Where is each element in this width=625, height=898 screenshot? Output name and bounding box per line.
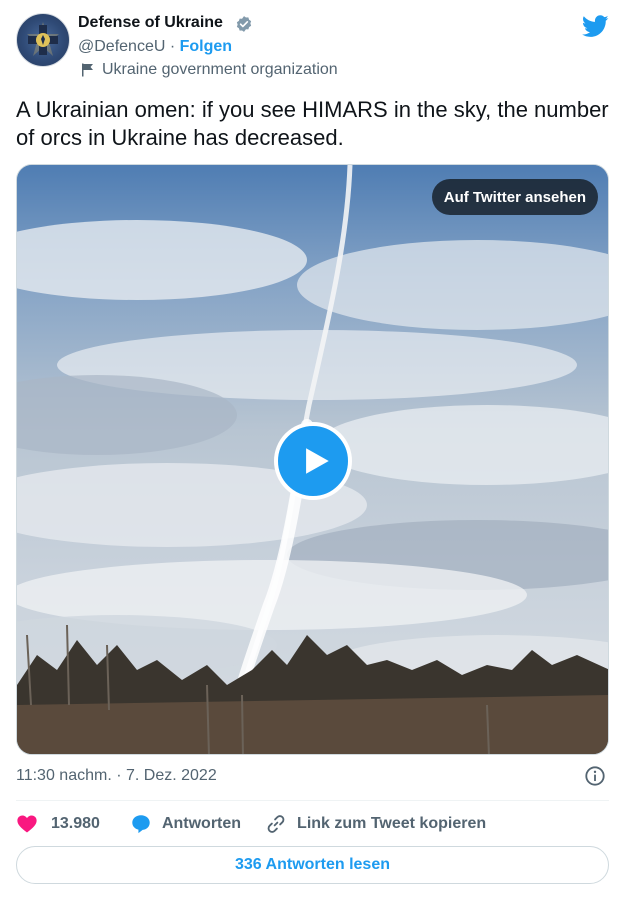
like-button[interactable]: 13.980	[16, 813, 100, 835]
video-player[interactable]: Auf Twitter ansehen	[16, 164, 609, 755]
reply-button[interactable]: Antworten	[130, 813, 241, 835]
twitter-bird-icon[interactable]	[582, 15, 609, 38]
embedded-tweet: Defense of Ukraine @DefenceU · Folgen Uk…	[0, 0, 625, 898]
tweet-text: A Ukrainian omen: if you see HIMARS in t…	[16, 97, 609, 150]
link-icon	[267, 815, 285, 833]
government-label: Ukraine government organization	[80, 61, 338, 79]
like-count: 13.980	[51, 815, 100, 832]
author-handle-row: @DefenceU · Folgen	[78, 38, 232, 56]
government-label-text: Ukraine government organization	[102, 61, 338, 78]
flag-icon	[82, 63, 93, 77]
divider	[16, 800, 609, 801]
author-avatar[interactable]	[16, 13, 70, 67]
heart-icon	[17, 815, 37, 833]
separator: ·	[169, 38, 176, 55]
follow-link[interactable]: Folgen	[180, 38, 232, 55]
emblem-icon	[27, 22, 59, 56]
copy-link-button[interactable]: Link zum Tweet kopieren	[265, 813, 486, 835]
verified-badge-icon	[236, 16, 252, 32]
author-name[interactable]: Defense of Ukraine	[78, 14, 223, 32]
author-handle[interactable]: @DefenceU	[78, 38, 165, 55]
play-icon	[305, 448, 329, 474]
play-button[interactable]	[274, 422, 352, 500]
action-bar: 13.980 Antworten Link zum Tweet kopieren	[16, 811, 486, 837]
tweet-timestamp[interactable]: 11:30 nachm. · 7. Dez. 2022	[16, 767, 217, 785]
info-icon[interactable]	[584, 765, 606, 787]
copy-link-label: Link zum Tweet kopieren	[297, 815, 487, 832]
read-replies-button[interactable]: 336 Antworten lesen	[16, 846, 609, 884]
reply-bubble-icon	[132, 815, 150, 834]
reply-label: Antworten	[161, 815, 242, 832]
view-on-twitter-button[interactable]: Auf Twitter ansehen	[431, 179, 598, 215]
